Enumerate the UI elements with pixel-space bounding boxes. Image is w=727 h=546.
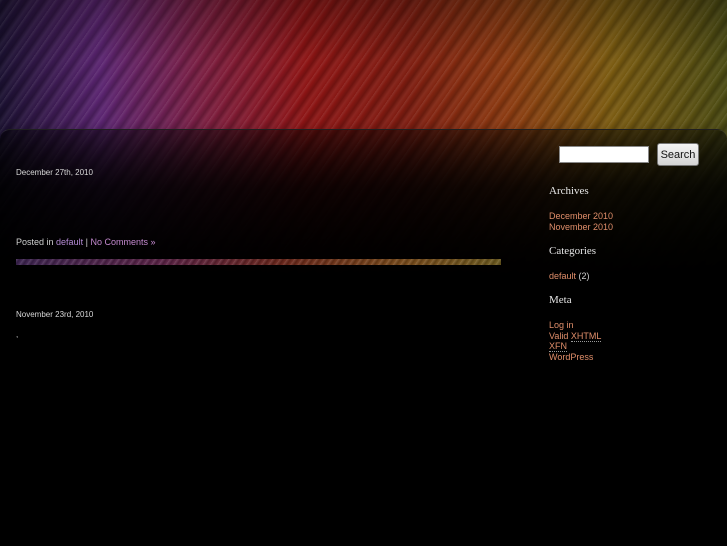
- categories-list: default (2): [549, 271, 590, 282]
- list-item: Valid XHTML: [549, 330, 602, 342]
- search-input[interactable]: [559, 146, 649, 163]
- list-item: WordPress: [549, 352, 601, 363]
- posted-in-label: Posted in: [16, 237, 54, 247]
- archive-link-november-2010[interactable]: November 2010: [549, 222, 613, 232]
- post-date: December 27th, 2010: [16, 168, 93, 177]
- wordpress-link[interactable]: WordPress: [549, 352, 593, 362]
- archives-list: December 2010 November 2010: [549, 211, 613, 232]
- category-link-default[interactable]: default: [549, 271, 576, 281]
- category-count: (2): [578, 271, 590, 281]
- comments-link[interactable]: No Comments »: [90, 237, 155, 247]
- list-item: November 2010: [549, 222, 613, 233]
- post-excerpt: ,: [16, 330, 19, 339]
- list-item: Log in: [549, 320, 601, 331]
- meta-separator: |: [85, 237, 88, 247]
- valid-xhtml-link[interactable]: Valid XHTML: [549, 330, 602, 342]
- list-item: December 2010: [549, 211, 613, 222]
- post-date: November 23rd, 2010: [16, 310, 94, 319]
- list-item: default (2): [549, 271, 590, 282]
- post-divider: [16, 259, 501, 265]
- list-item: XFN: [549, 341, 601, 352]
- content-panel: [0, 129, 727, 546]
- post-meta: Posted in default | No Comments »: [16, 237, 155, 247]
- meta-heading: Meta: [549, 294, 572, 306]
- category-link[interactable]: default: [56, 237, 83, 247]
- search-button[interactable]: Search: [657, 143, 699, 166]
- valid-label: Valid: [549, 330, 569, 341]
- archive-link-december-2010[interactable]: December 2010: [549, 211, 613, 221]
- archives-heading: Archives: [549, 185, 589, 197]
- meta-list: Log in Valid XHTML XFN WordPress: [549, 320, 602, 363]
- login-link[interactable]: Log in: [549, 320, 574, 330]
- categories-heading: Categories: [549, 245, 597, 257]
- xfn-link[interactable]: XFN: [549, 341, 567, 352]
- xhtml-abbr: XHTML: [570, 330, 602, 342]
